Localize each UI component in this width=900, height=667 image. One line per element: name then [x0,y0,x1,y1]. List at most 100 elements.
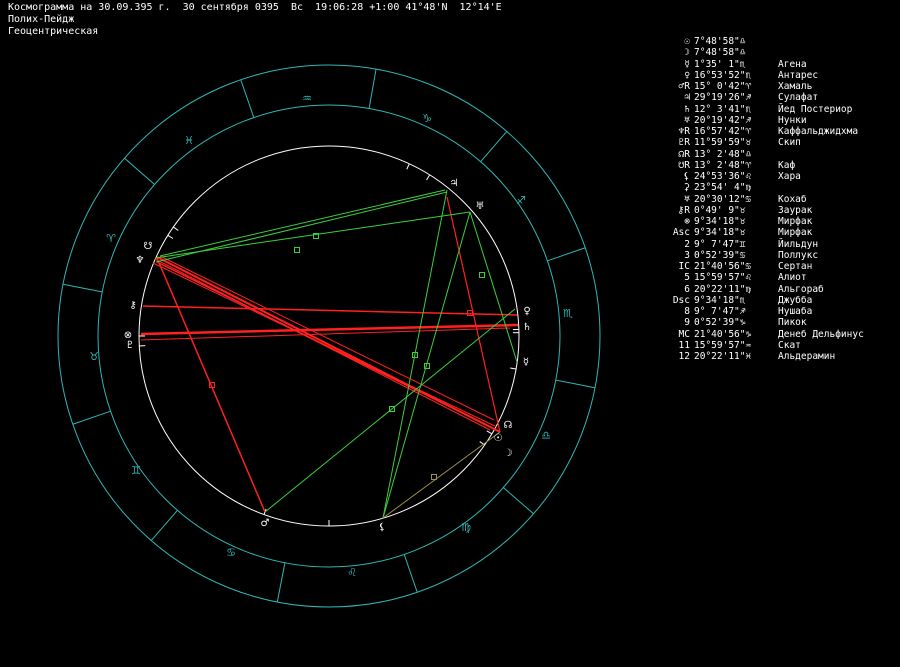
table-row: 8 9° 7'47"♐ Нушаба [652,306,898,317]
zodiac-sign-icon: ♎ [541,429,551,442]
table-row: ♄ 12° 3'41"♏ Йед Постериор [652,104,898,115]
zodiac-sign-icon: ♈ [106,232,116,245]
table-row-symbol: ⊗ [684,216,690,227]
table-row-position: 20°22'11"♍ [694,283,752,295]
table-row: 9 0°52'39"♑ Пикок [652,317,898,328]
table-row-position: 20°19'42"♐ [694,114,752,126]
aspect-line [156,257,266,513]
table-row-symbol: IC [678,261,690,272]
table-row-position: 9° 7'47"♐ [694,306,746,317]
table-row-position: 1°35' 1"♏ [694,58,746,70]
table-row-star: Кохаб [778,193,807,205]
aspect-line [155,191,448,263]
aspect-line [154,258,491,431]
planet-glyphs: ♃♅☋♆⚷⊗♇♀♄☿☊☉☽⚸♂ [124,178,532,533]
table-row-symbol: MC [678,328,690,340]
table-row-position: 16°53'52"♏ [694,69,752,81]
table-row-position: 9° 7'47"♊ [694,238,746,250]
aspect-marker [294,247,300,253]
table-row: Asc 9°34'18"♉ Мирфак [652,227,898,238]
table-row-position: 15°59'57"♌ [694,272,752,284]
planet-position-tick [173,226,179,231]
table-row-star: Сулафат [778,92,819,104]
table-row-symbol: Asc [672,227,690,239]
table-row: MC 21°40'56"♑ Денеб Дельфинус [652,329,898,340]
aspect-marker [467,310,473,316]
zodiac-sign-icon: ♋ [226,546,236,559]
table-row-position: 23°54' 4"♍ [694,182,752,194]
table-row-position: 9°34'18"♉ [694,227,746,239]
table-row: 6 20°22'11"♍ Альгораб [652,284,898,295]
table-row-position: 13° 2'48"♈ [694,159,752,171]
table-row-star: Агена [778,58,807,70]
table-row-star: Хара [778,171,801,182]
zodiac-sign-icon: ♏ [563,307,573,320]
planet-icon: ☽ [504,448,513,459]
aspect-line [382,431,501,519]
table-row-position: 15° 0'42"♈ [694,81,752,92]
table-row-symbol: ⚸ [683,171,690,182]
table-row-position: 9°34'18"♉ [694,216,746,227]
zodiac-sign-icon: ♒ [302,92,312,105]
table-row-symbol: ♂R [678,81,690,92]
planet-icon: ⚸ [378,522,385,533]
table-row-star: Скип [778,137,801,149]
zodiac-sign-icon: ♍ [461,521,471,534]
zodiac-sign-icon: ♑ [422,112,432,125]
table-row-symbol: ⚷R [677,204,690,216]
table-row-star [778,182,898,193]
table-row-star: Каф [778,159,796,171]
table-row: ⚸ 24°53'36"♌ Хара [652,171,898,182]
table-row-position: 7°48'58"♎ [694,36,746,47]
zodiac-sign-glyphs: ♒ ♑ ♐ ♏ ♎ ♍ ♌ ♋ ♊ ♉ ♈ ♓ [89,92,573,579]
sign-divider [124,157,155,185]
table-row: ☽ 7°48'58"♎ [652,47,898,58]
table-row: ♂R 15° 0'42"♈ Хамаль [652,81,898,92]
table-row: IC 21°40'56"♋ Сертан [652,261,898,272]
table-row-star: Нунки [778,114,807,126]
zodiac-sign-icon: ♐ [516,194,526,207]
table-row: ♅ 20°30'12"♋ Кохаб [652,194,898,205]
table-row-symbol: 12 [678,351,690,362]
positions-table: ☉ 7°48'58"♎ ☽ 7°48'58"♎ ☿ 1°35' 1"♏ Агена ♀ 16°5… [652,36,898,362]
zodiac-sign-icon: ♊ [131,464,141,477]
table-row-star: Антарес [778,69,819,81]
sign-divider [276,562,286,603]
planet-icon: ♆ [136,255,145,266]
table-row-star: Хамаль [778,81,813,92]
table-row: ⚳ 23°54' 4"♍ [652,182,898,193]
table-row-star: Мирфак [778,227,813,239]
table-row-star: Пикок [778,317,807,329]
zodiac-sign-icon: ♉ [89,350,99,363]
table-row-position: 0°49' 9"♉ [694,204,746,216]
table-row: ♆R 16°57'42"♈ Каффальджидхма [652,126,898,137]
planet-position-tick [426,174,431,181]
planet-icon: ♇ [126,340,135,351]
planet-icon: ♅ [476,201,485,212]
planet-icon: ☉ [494,433,503,444]
table-row-position: 0°52'39"♑ [694,317,746,329]
table-row: 3 0°52'39"♋ Поллукс [652,250,898,261]
table-row-star [778,36,898,47]
table-row: ⚷R 0°49' 9"♉ Заурак [652,205,898,216]
sign-divider [62,283,103,293]
table-row-symbol: 9 [684,317,690,329]
table-row-position: 21°40'56"♋ [694,261,752,272]
zodiac-sign-icon: ♌ [347,566,357,579]
table-row-star: Заурак [778,204,813,216]
table-row-star [778,149,898,160]
sign-divider [150,510,178,541]
inner-ring [138,145,520,527]
table-row-symbol: 2 [684,238,690,250]
table-row-position: 11°59'59"♉ [694,137,752,149]
table-row-symbol: ♀ [684,69,690,81]
table-row: 12 20°22'11"♓ Альдерамин [652,351,898,362]
table-row-symbol: ♅ [684,193,690,205]
sign-divider [503,487,534,515]
table-row-star: Мирфак [778,216,813,227]
table-row-symbol: ♅ [684,114,690,126]
planet-position-tick [510,367,517,370]
table-row-position: 12° 3'41"♏ [694,103,752,115]
table-row-position: 16°57'42"♈ [694,126,752,137]
table-row-position: 20°30'12"♋ [694,193,752,205]
